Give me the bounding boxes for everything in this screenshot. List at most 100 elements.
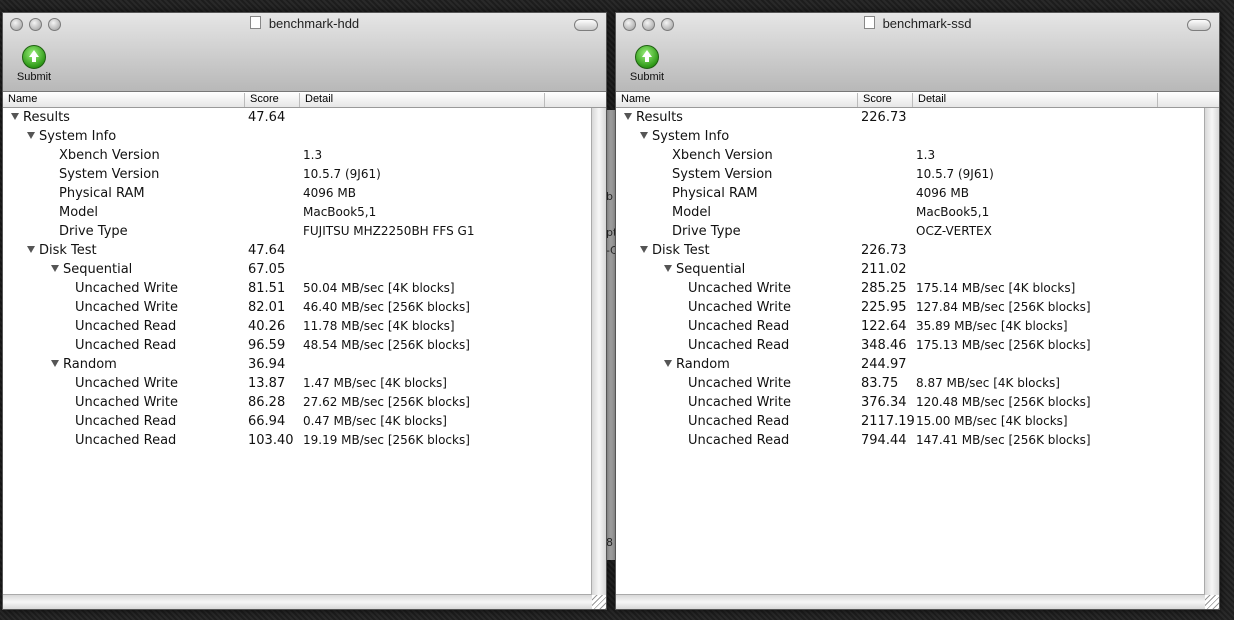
- table-row[interactable]: Xbench Version 1.3: [3, 146, 592, 165]
- table-row[interactable]: Uncached Read 96.59 48.54 MB/sec [256K blo…: [3, 336, 592, 355]
- row-name: Xbench Version: [59, 148, 160, 163]
- table-row[interactable]: Results 226.73: [616, 108, 1205, 127]
- table-row[interactable]: Drive Type FUJITSU MHZ2250BH FFS G1: [3, 222, 592, 241]
- table-row[interactable]: Uncached Read 348.46 175.13 MB/sec [256K b…: [616, 336, 1205, 355]
- disclosure-triangle-icon[interactable]: [51, 265, 59, 272]
- row-name-text: Uncached Write: [688, 281, 791, 296]
- table-row[interactable]: Uncached Read 2117.19 15.00 MB/sec [4K blo…: [616, 412, 1205, 431]
- table-row[interactable]: System Info: [616, 127, 1205, 146]
- column-header-score[interactable]: Score: [858, 93, 913, 107]
- row-score: 13.87: [248, 376, 286, 391]
- row-name: Uncached Read: [75, 338, 176, 353]
- row-detail: OCZ-VERTEX: [916, 224, 992, 238]
- row-name: Disk Test: [27, 243, 97, 258]
- disclosure-triangle-icon[interactable]: [51, 360, 59, 367]
- table-row[interactable]: Uncached Read 794.44 147.41 MB/sec [256K b…: [616, 431, 1205, 450]
- row-detail: 27.62 MB/sec [256K blocks]: [303, 395, 470, 409]
- vertical-scrollbar[interactable]: [1204, 108, 1219, 595]
- submit-button[interactable]: Submit: [12, 45, 56, 83]
- vertical-scrollbar[interactable]: [591, 108, 606, 595]
- horizontal-scrollbar[interactable]: [616, 594, 1205, 609]
- row-name-text: Uncached Write: [688, 300, 791, 315]
- row-score: 244.97: [861, 357, 907, 372]
- table-row[interactable]: Random 36.94: [3, 355, 592, 374]
- disclosure-triangle-icon[interactable]: [27, 246, 35, 253]
- row-name: Physical RAM: [59, 186, 145, 201]
- row-name-text: Sequential: [676, 262, 746, 277]
- row-detail: 147.41 MB/sec [256K blocks]: [916, 433, 1091, 447]
- table-row[interactable]: Results 47.64: [3, 108, 592, 127]
- table-row[interactable]: Uncached Write 81.51 50.04 MB/sec [4K bloc…: [3, 279, 592, 298]
- horizontal-scrollbar[interactable]: [3, 594, 592, 609]
- disclosure-triangle-icon[interactable]: [640, 246, 648, 253]
- table-row[interactable]: System Version 10.5.7 (9J61): [3, 165, 592, 184]
- column-header-detail[interactable]: Detail: [913, 93, 1158, 107]
- toolbar-toggle-button[interactable]: [1187, 19, 1211, 31]
- column-header-score[interactable]: Score: [245, 93, 300, 107]
- disclosure-triangle-icon[interactable]: [640, 132, 648, 139]
- row-name: Results: [11, 110, 70, 125]
- table-row[interactable]: Uncached Write 83.75 8.87 MB/sec [4K block…: [616, 374, 1205, 393]
- table-header: Name Score Detail: [3, 92, 606, 108]
- row-detail: 46.40 MB/sec [256K blocks]: [303, 300, 470, 314]
- row-detail: 19.19 MB/sec [256K blocks]: [303, 433, 470, 447]
- table-row[interactable]: Uncached Read 40.26 11.78 MB/sec [4K block…: [3, 317, 592, 336]
- row-name-text: Uncached Read: [688, 433, 790, 448]
- row-detail: 4096 MB: [916, 186, 969, 200]
- table-row[interactable]: Uncached Read 103.40 19.19 MB/sec [256K bl…: [3, 431, 592, 450]
- table-row[interactable]: Model MacBook5,1: [3, 203, 592, 222]
- resize-grip[interactable]: [592, 595, 606, 609]
- row-name: Uncached Write: [75, 281, 178, 296]
- column-header-name[interactable]: Name: [616, 93, 858, 107]
- table-body: Results 226.73 System Info Xbench Version 1.…: [616, 108, 1205, 595]
- table-row[interactable]: Random 244.97: [616, 355, 1205, 374]
- resize-grip[interactable]: [1205, 595, 1219, 609]
- submit-button[interactable]: Submit: [625, 45, 669, 83]
- row-name-text: Results: [23, 110, 70, 125]
- column-header-detail[interactable]: Detail: [300, 93, 545, 107]
- window-title: benchmark-hdd: [3, 16, 606, 31]
- table-row[interactable]: Uncached Write 13.87 1.47 MB/sec [4K block…: [3, 374, 592, 393]
- table-row[interactable]: Uncached Read 66.94 0.47 MB/sec [4K blocks…: [3, 412, 592, 431]
- table-row[interactable]: Disk Test 47.64: [3, 241, 592, 260]
- document-icon: [249, 16, 261, 29]
- row-name-text: Xbench Version: [59, 148, 160, 163]
- row-name-text: Physical RAM: [59, 186, 145, 201]
- table-row[interactable]: Physical RAM 4096 MB: [616, 184, 1205, 203]
- disclosure-triangle-icon[interactable]: [664, 265, 672, 272]
- table-body: Results 47.64 System Info Xbench Version 1.3…: [3, 108, 592, 595]
- table-row[interactable]: Sequential 211.02: [616, 260, 1205, 279]
- row-score: 83.75: [861, 376, 899, 391]
- disclosure-triangle-icon[interactable]: [624, 113, 632, 120]
- row-name-text: Uncached Read: [75, 338, 177, 353]
- table-row[interactable]: Uncached Write 86.28 27.62 MB/sec [256K bl…: [3, 393, 592, 412]
- table-row[interactable]: Uncached Write 82.01 46.40 MB/sec [256K bl…: [3, 298, 592, 317]
- table-row[interactable]: Uncached Write 285.25 175.14 MB/sec [4K bl…: [616, 279, 1205, 298]
- table-row[interactable]: Uncached Write 225.95 127.84 MB/sec [256K …: [616, 298, 1205, 317]
- row-detail: 127.84 MB/sec [256K blocks]: [916, 300, 1091, 314]
- row-detail: 175.13 MB/sec [256K blocks]: [916, 338, 1091, 352]
- upload-arrow-icon: [22, 45, 46, 69]
- table-row[interactable]: Physical RAM 4096 MB: [3, 184, 592, 203]
- column-header-name[interactable]: Name: [3, 93, 245, 107]
- disclosure-triangle-icon[interactable]: [11, 113, 19, 120]
- table-row[interactable]: Uncached Read 122.64 35.89 MB/sec [4K bloc…: [616, 317, 1205, 336]
- table-row[interactable]: System Version 10.5.7 (9J61): [616, 165, 1205, 184]
- row-name-text: System Version: [672, 167, 773, 182]
- disclosure-triangle-icon[interactable]: [664, 360, 672, 367]
- table-row[interactable]: Sequential 67.05: [3, 260, 592, 279]
- row-detail: 1.3: [916, 148, 936, 162]
- table-row[interactable]: Model MacBook5,1: [616, 203, 1205, 222]
- table-row[interactable]: Disk Test 226.73: [616, 241, 1205, 260]
- table-row[interactable]: Uncached Write 376.34 120.48 MB/sec [256K …: [616, 393, 1205, 412]
- row-name-text: Uncached Write: [75, 300, 178, 315]
- disclosure-triangle-icon[interactable]: [27, 132, 35, 139]
- toolbar-toggle-button[interactable]: [574, 19, 598, 31]
- row-name: Uncached Read: [75, 414, 176, 429]
- row-detail: 10.5.7 (9J61): [916, 167, 994, 181]
- table-row[interactable]: Drive Type OCZ-VERTEX: [616, 222, 1205, 241]
- row-name: Uncached Write: [75, 300, 178, 315]
- row-score: 2117.19: [861, 414, 915, 429]
- table-row[interactable]: Xbench Version 1.3: [616, 146, 1205, 165]
- table-row[interactable]: System Info: [3, 127, 592, 146]
